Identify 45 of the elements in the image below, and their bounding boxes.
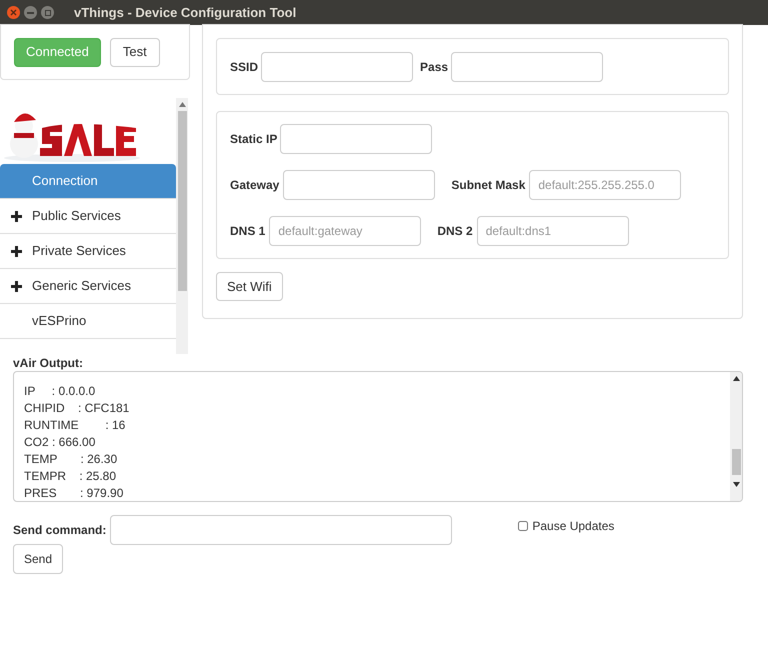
sidebar-item-label: Private Services bbox=[32, 242, 126, 260]
scroll-thumb[interactable] bbox=[178, 111, 186, 291]
sidebar-item-label: vESPrino bbox=[32, 312, 86, 330]
output-line: PRES : 979.90 bbox=[24, 485, 124, 501]
scrollbar[interactable] bbox=[176, 98, 188, 354]
output-line: IP : 0.0.0.0 bbox=[24, 383, 96, 400]
pass-label: Pass bbox=[420, 58, 448, 76]
output-line: TEMP : 26.30 bbox=[24, 451, 118, 468]
output-line: CHIPID : CFC181 bbox=[24, 400, 130, 417]
send-command-label: Send command: bbox=[13, 522, 106, 539]
dns2-label: DNS 2 bbox=[437, 223, 473, 240]
output-line: TEMPR : 25.80 bbox=[24, 468, 118, 485]
dns1-label: DNS 1 bbox=[230, 223, 266, 240]
close-icon[interactable] bbox=[7, 6, 20, 19]
output-line: RUNTIME : 16 bbox=[24, 417, 126, 434]
gateway-field[interactable] bbox=[283, 170, 436, 200]
scroll-down-icon[interactable] bbox=[732, 482, 740, 487]
scroll-thumb[interactable] bbox=[732, 448, 740, 474]
maximize-icon[interactable] bbox=[41, 6, 54, 19]
sidebar-item[interactable]: Connection bbox=[0, 164, 176, 199]
pause-checkbox[interactable] bbox=[518, 521, 528, 531]
sidebar-item-label: Generic Services bbox=[32, 277, 131, 296]
output-line: CO2 : 666.00 bbox=[24, 434, 96, 451]
pass-field[interactable] bbox=[451, 52, 604, 82]
dns1-field[interactable]: default:gateway bbox=[269, 216, 422, 246]
test-button[interactable]: Test bbox=[110, 38, 160, 66]
sidebar-item-label: Connection bbox=[32, 172, 98, 190]
scrollbar[interactable] bbox=[730, 372, 742, 501]
send-button[interactable]: Send bbox=[13, 544, 64, 574]
subnet-mask-label: Subnet Mask bbox=[451, 177, 526, 194]
output-label: vAir Output: bbox=[13, 355, 84, 371]
ssid-field[interactable] bbox=[261, 52, 414, 82]
minimize-icon[interactable] bbox=[24, 6, 37, 19]
pause-updates-label: Pause Updates bbox=[532, 518, 614, 535]
dns2-field[interactable]: default:dns1 bbox=[476, 216, 629, 246]
sidebar-item-label: Public Services bbox=[32, 207, 121, 226]
scroll-up-icon[interactable] bbox=[732, 376, 740, 381]
ssid-label: SSID bbox=[230, 58, 258, 76]
gateway-label: Gateway bbox=[230, 177, 280, 194]
window-title: vThings - Device Configuration Tool bbox=[74, 4, 296, 22]
set-wifi-button[interactable]: Set Wifi bbox=[216, 272, 283, 301]
command-field[interactable] bbox=[110, 515, 452, 545]
static-ip-field[interactable] bbox=[280, 124, 432, 154]
subnet-mask-field[interactable]: default:255.255.255.0 bbox=[529, 170, 682, 200]
static-ip-label: Static IP bbox=[230, 131, 278, 148]
